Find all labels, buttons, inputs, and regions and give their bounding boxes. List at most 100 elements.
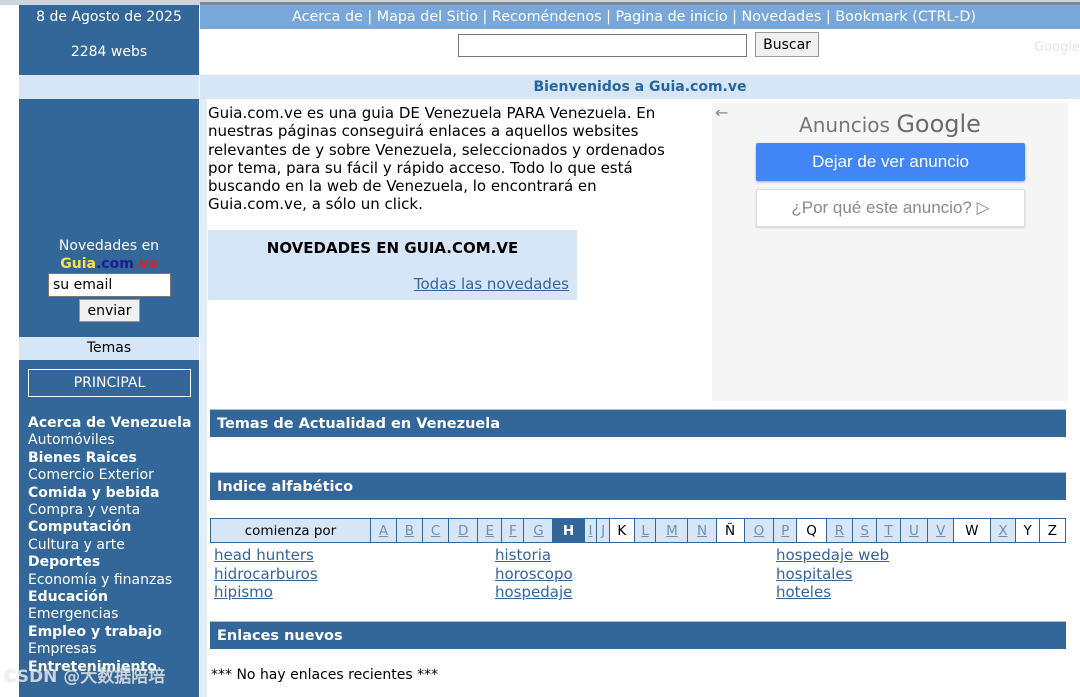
category-link[interactable]: Empresas — [28, 641, 198, 658]
letter-x[interactable]: X — [989, 518, 1017, 543]
term-link[interactable]: hospitales — [776, 565, 889, 584]
term-link[interactable]: hospedaje web — [776, 546, 889, 565]
letter-u[interactable]: U — [899, 518, 929, 543]
all-news-link[interactable]: Todas las novedades — [414, 275, 569, 293]
category-link[interactable]: Automóviles — [28, 432, 198, 449]
ad-panel: ← Anuncios Google Dejar de ver anuncio ¿… — [712, 103, 1068, 401]
letter-h: H — [552, 518, 585, 543]
brand-part-com: .com — [95, 256, 134, 272]
sidebar-light-band — [19, 75, 199, 99]
category-link[interactable]: Deportes — [28, 554, 198, 571]
brand-part-ve: .ve — [133, 256, 158, 272]
letter-b[interactable]: B — [395, 518, 423, 543]
category-link[interactable]: Cultura y arte — [28, 537, 198, 554]
principal-button[interactable]: PRINCIPAL — [28, 369, 191, 397]
welcome-banner: Bienvenidos a Guia.com.ve — [200, 75, 1080, 99]
letter-f[interactable]: F — [501, 518, 525, 543]
category-link[interactable]: Comercio Exterior — [28, 467, 198, 484]
term-link[interactable]: historia — [495, 546, 573, 565]
category-link[interactable]: Empleo y trabajo — [28, 624, 198, 641]
letter-l[interactable]: L — [633, 518, 657, 543]
alphabet-index: comienza por A B C D E F G H I J K L M N Ñ O P Q R S T U V W X Y Z — [210, 518, 1067, 543]
letter-q: Q — [796, 518, 827, 543]
section-indice: Indice alfabético — [210, 472, 1066, 500]
top-nav: Acerca de | Mapa del Sitio | Recoméndeno… — [200, 5, 1080, 29]
why-ad-button[interactable]: ¿Por qué este anuncio? ▷ — [756, 189, 1025, 227]
no-recent-links: *** No hay enlaces recientes *** — [211, 667, 439, 683]
letter-j[interactable]: J — [596, 518, 610, 543]
google-ghost-text: Google — [1034, 40, 1080, 55]
letter-enye: Ñ — [715, 518, 745, 543]
temas-heading: Temas — [19, 337, 199, 360]
letter-n[interactable]: N — [687, 518, 717, 543]
ad-title-brand: Google — [896, 110, 981, 138]
letter-d[interactable]: D — [448, 518, 479, 543]
category-link[interactable]: Compra y venta — [28, 502, 198, 519]
category-link[interactable]: Educación — [28, 589, 198, 606]
section-enlaces: Enlaces nuevos — [210, 621, 1066, 649]
alphabet-label: comienza por — [210, 518, 371, 543]
category-link[interactable]: Acerca de Venezuela — [28, 415, 198, 432]
category-link[interactable]: Computación — [28, 519, 198, 536]
category-link[interactable]: Economía y finanzas — [28, 572, 198, 589]
intro-text: Guia.com.ve es una guia DE Venezuela PAR… — [208, 104, 665, 214]
ad-title: Anuncios Google — [712, 110, 1068, 138]
section-actualidad: Temas de Actualidad en Venezuela — [210, 409, 1066, 437]
category-link[interactable]: Emergencias — [28, 606, 198, 623]
brand-logo-text: Guia.com.ve — [19, 256, 199, 272]
search-button[interactable]: Buscar — [755, 32, 819, 57]
letter-v[interactable]: V — [927, 518, 955, 543]
term-link[interactable]: hipismo — [214, 583, 318, 602]
term-link[interactable]: head hunters — [214, 546, 318, 565]
current-date: 8 de Agosto de 2025 — [36, 9, 182, 25]
term-column: historia horoscopo hospedaje — [495, 546, 573, 602]
site-count: 2284 webs — [70, 44, 148, 60]
letter-k: K — [608, 518, 635, 543]
letter-m[interactable]: M — [655, 518, 689, 543]
term-column: head hunters hidrocarburos hipismo — [214, 546, 318, 602]
term-link[interactable]: hoteles — [776, 583, 889, 602]
letter-o[interactable]: O — [743, 518, 775, 543]
category-link[interactable]: Bienes Raices — [28, 450, 198, 467]
term-link[interactable]: hidrocarburos — [214, 565, 318, 584]
watermark-text: CSDN @大数据陪培 — [4, 667, 166, 687]
nav-link[interactable]: Bookmark (CTRL-D) — [835, 9, 976, 25]
letter-e[interactable]: E — [477, 518, 503, 543]
letter-z: Z — [1038, 518, 1067, 543]
term-link[interactable]: horoscopo — [495, 565, 573, 584]
letter-a[interactable]: A — [370, 518, 397, 543]
category-list: Acerca de Venezuela Automóviles Bienes Rai… — [28, 415, 198, 676]
letter-g[interactable]: G — [523, 518, 554, 543]
nav-link[interactable]: Mapa del Sitio — [377, 9, 478, 25]
search-input[interactable] — [458, 34, 747, 57]
brand-part-guia: Guia — [60, 256, 96, 272]
letter-r[interactable]: R — [825, 518, 854, 543]
letter-t[interactable]: T — [876, 518, 901, 543]
nav-separator: | — [362, 9, 377, 25]
column-divider — [200, 99, 207, 697]
nav-separator: | — [601, 9, 616, 25]
left-sidebar: 8 de Agosto de 2025 2284 webs Novedades … — [19, 5, 199, 697]
search-row: Buscar Google — [200, 29, 1080, 75]
send-button[interactable]: enviar — [79, 299, 140, 322]
newsletter-label: Novedades en — [58, 238, 160, 254]
ad-title-prefix: Anuncios — [799, 113, 890, 137]
letter-p[interactable]: P — [773, 518, 798, 543]
letter-s[interactable]: S — [852, 518, 878, 543]
letter-y: Y — [1015, 518, 1040, 543]
letter-c[interactable]: C — [421, 518, 450, 543]
nav-link[interactable]: Novedades — [742, 9, 822, 25]
term-column: hospedaje web hospitales hoteles — [776, 546, 889, 602]
term-link[interactable]: hospedaje — [495, 583, 573, 602]
nav-link[interactable]: Pagina de inicio — [615, 9, 727, 25]
letter-i[interactable]: I — [583, 518, 598, 543]
nav-separator: | — [478, 9, 492, 25]
nav-separator: | — [727, 9, 742, 25]
email-field[interactable] — [48, 273, 171, 297]
nav-link[interactable]: Acerca de — [292, 9, 363, 25]
stop-ad-button[interactable]: Dejar de ver anuncio — [756, 143, 1025, 181]
nav-separator: | — [821, 9, 836, 25]
category-link[interactable]: Comida y bebida — [28, 485, 198, 502]
novedades-box: NOVEDADES EN GUIA.COM.VE Todas las noved… — [208, 230, 577, 300]
nav-link[interactable]: Recoméndenos — [492, 9, 602, 25]
